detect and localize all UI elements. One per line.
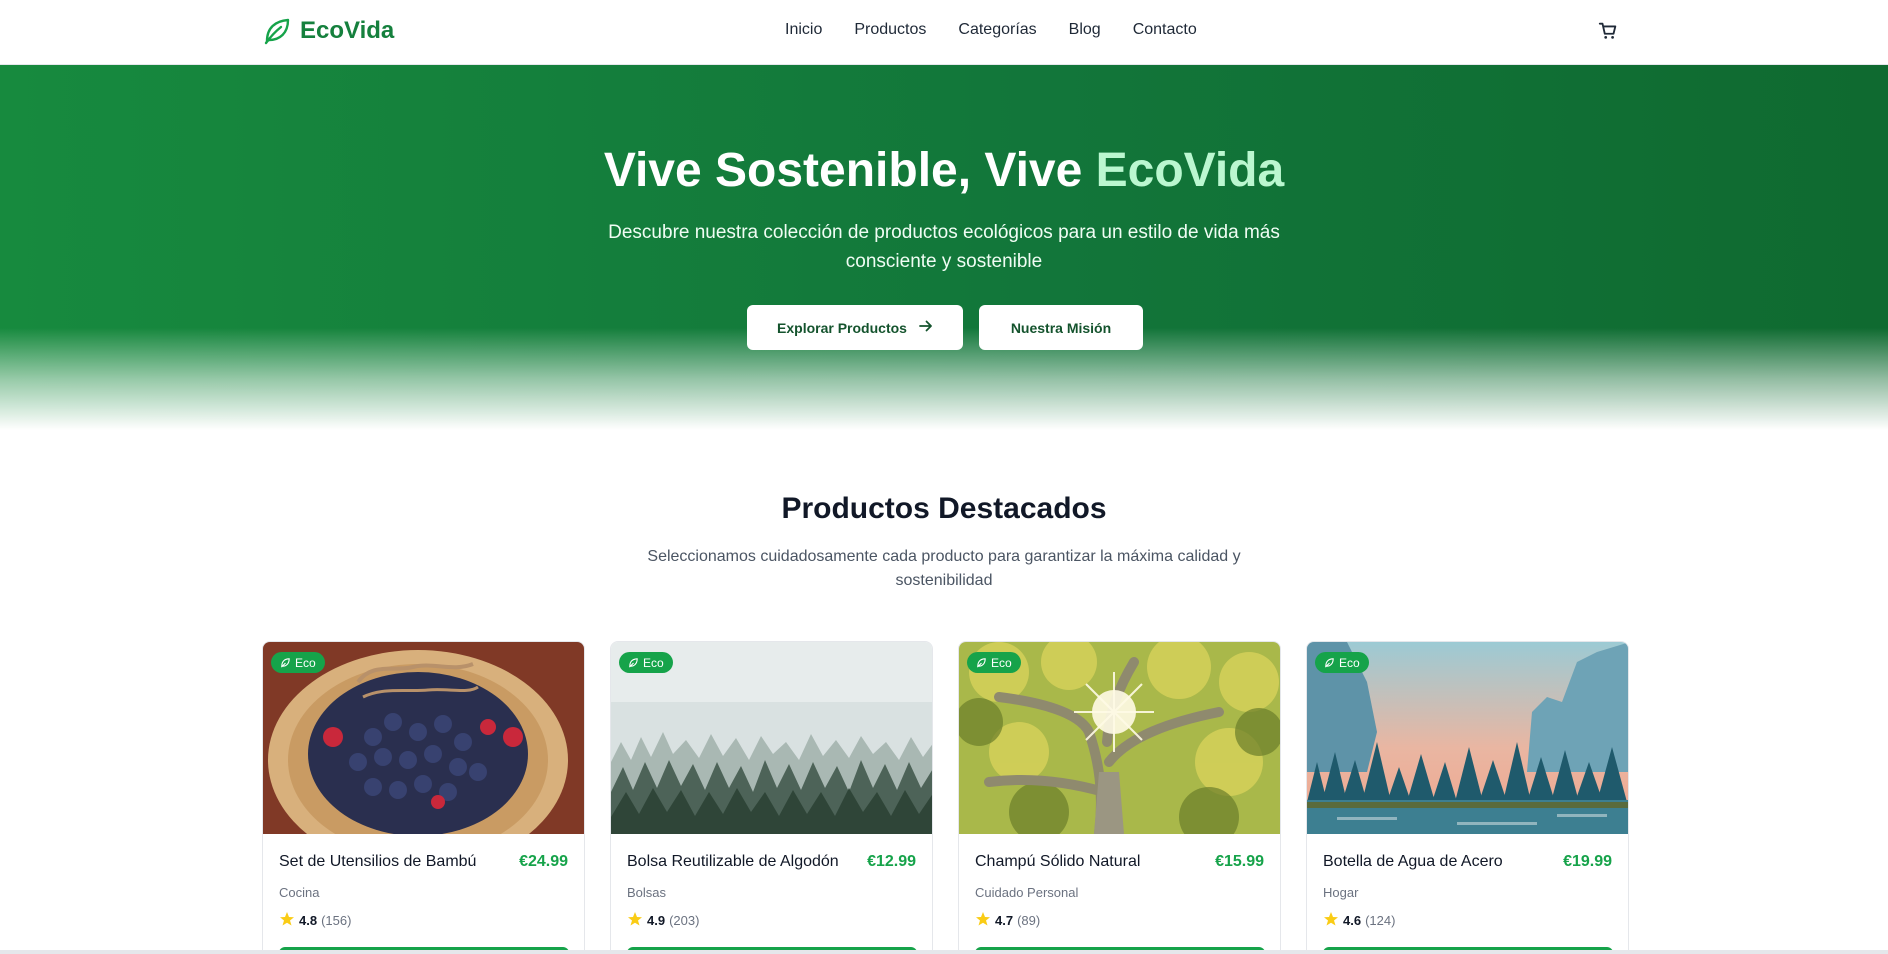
product-card[interactable]: Eco Botella de Agua de Acero €19.99 Hoga… — [1306, 641, 1629, 954]
hero-title-prefix: Vive Sostenible, Vive — [603, 144, 1083, 197]
product-category: Cocina — [279, 885, 320, 900]
nav-link-productos[interactable]: Productos — [854, 21, 926, 39]
product-name[interactable]: Botella de Agua de Acero — [1323, 853, 1503, 871]
product-info: Botella de Agua de Acero €19.99 Hogar 4.… — [1307, 834, 1628, 928]
featured-subtitle: Seleccionamos cuidadosamente cada produc… — [647, 548, 1241, 589]
product-category: Cuidado Personal — [975, 885, 1079, 900]
eco-badge: Eco — [1315, 652, 1369, 673]
eco-badge: Eco — [967, 652, 1021, 673]
product-price: €12.99 — [867, 853, 916, 870]
star-icon — [627, 911, 643, 930]
hero-title-accent: EcoVida — [1095, 144, 1285, 197]
eco-badge-label: Eco — [643, 655, 664, 670]
hero-buttons: Explorar Productos Nuestra Misión — [747, 305, 1143, 350]
product-price: €19.99 — [1563, 853, 1612, 870]
product-grid: Eco Set de Utensilios de Bambú €24.99 Co… — [262, 641, 1629, 954]
featured-title: Productos Destacados — [781, 492, 1107, 525]
product-card[interactable]: Eco Bolsa Reutilizable de Algodón €12.99… — [610, 641, 933, 954]
product-card[interactable]: Eco Set de Utensilios de Bambú €24.99 Co… — [262, 641, 585, 954]
rating-score: 4.7 — [995, 913, 1014, 928]
eco-badge-label: Eco — [1339, 655, 1360, 670]
product-name[interactable]: Champú Sólido Natural — [975, 853, 1140, 871]
rating-count: (89) — [1017, 913, 1041, 928]
eco-badge: Eco — [271, 652, 325, 673]
product-info: Champú Sólido Natural €15.99 Cuidado Per… — [959, 834, 1280, 928]
main-nav: Inicio Productos Categorías Blog Contact… — [785, 21, 1197, 39]
brand-name: EcoVida — [300, 17, 395, 44]
explore-products-button[interactable]: Explorar Productos — [747, 305, 963, 350]
eco-badge: Eco — [619, 652, 673, 673]
star-icon — [975, 911, 991, 930]
shopping-cart-icon[interactable] — [1597, 20, 1619, 42]
leaf-icon — [1324, 658, 1334, 668]
nav-link-blog[interactable]: Blog — [1069, 21, 1101, 39]
product-image-cake[interactable]: Eco — [263, 642, 584, 834]
hero-title: Vive Sostenible, Vive EcoVida — [0, 143, 1888, 198]
leaf-icon — [262, 16, 292, 46]
rating-score: 4.8 — [299, 913, 318, 928]
product-image-mountain-lake[interactable]: Eco — [1307, 642, 1628, 834]
rating-score: 4.6 — [1343, 913, 1362, 928]
product-rating: 4.8 (156) — [279, 911, 351, 930]
product-info: Set de Utensilios de Bambú €24.99 Cocina… — [263, 834, 584, 928]
nav-link-inicio[interactable]: Inicio — [785, 21, 822, 39]
hero-subtitle: Descubre nuestra colección de productos … — [608, 222, 1280, 272]
product-image-tree[interactable]: Eco — [959, 642, 1280, 834]
site-header: EcoVida Inicio Productos Categorías Blog… — [0, 0, 1888, 65]
product-card[interactable]: Eco Champú Sólido Natural €15.99 Cuidado… — [958, 641, 1281, 954]
our-mission-button[interactable]: Nuestra Misión — [979, 305, 1143, 350]
eco-badge-label: Eco — [295, 655, 316, 670]
product-rating: 4.9 (203) — [627, 911, 699, 930]
product-price: €24.99 — [519, 853, 568, 870]
product-category: Bolsas — [627, 885, 667, 900]
product-name[interactable]: Set de Utensilios de Bambú — [279, 853, 476, 871]
hero-section: Vive Sostenible, Vive EcoVida Descubre n… — [0, 65, 1888, 430]
our-mission-label: Nuestra Misión — [1010, 319, 1112, 336]
leaf-icon — [976, 658, 986, 668]
product-info: Bolsa Reutilizable de Algodón €12.99 Bol… — [611, 834, 932, 928]
brand-logo[interactable]: EcoVida — [262, 16, 394, 46]
eco-badge-label: Eco — [991, 655, 1012, 670]
nav-link-categorias[interactable]: Categorías — [958, 21, 1036, 39]
rating-count: (156) — [321, 913, 352, 928]
product-name[interactable]: Bolsa Reutilizable de Algodón — [627, 853, 839, 871]
leaf-icon — [628, 658, 638, 668]
rating-count: (203) — [669, 913, 700, 928]
viewport-divider — [0, 950, 1888, 954]
arrow-right-icon — [919, 319, 933, 336]
rating-count: (124) — [1365, 913, 1396, 928]
product-rating: 4.7 (89) — [975, 911, 1040, 930]
star-icon — [279, 911, 295, 930]
explore-products-label: Explorar Productos — [777, 319, 907, 336]
product-price: €15.99 — [1215, 853, 1264, 870]
leaf-icon — [280, 658, 290, 668]
product-category: Hogar — [1323, 885, 1359, 900]
nav-link-contacto[interactable]: Contacto — [1133, 21, 1197, 39]
product-image-foggy-forest[interactable]: Eco — [611, 642, 932, 834]
star-icon — [1323, 911, 1339, 930]
product-rating: 4.6 (124) — [1323, 911, 1395, 930]
rating-score: 4.9 — [647, 913, 666, 928]
